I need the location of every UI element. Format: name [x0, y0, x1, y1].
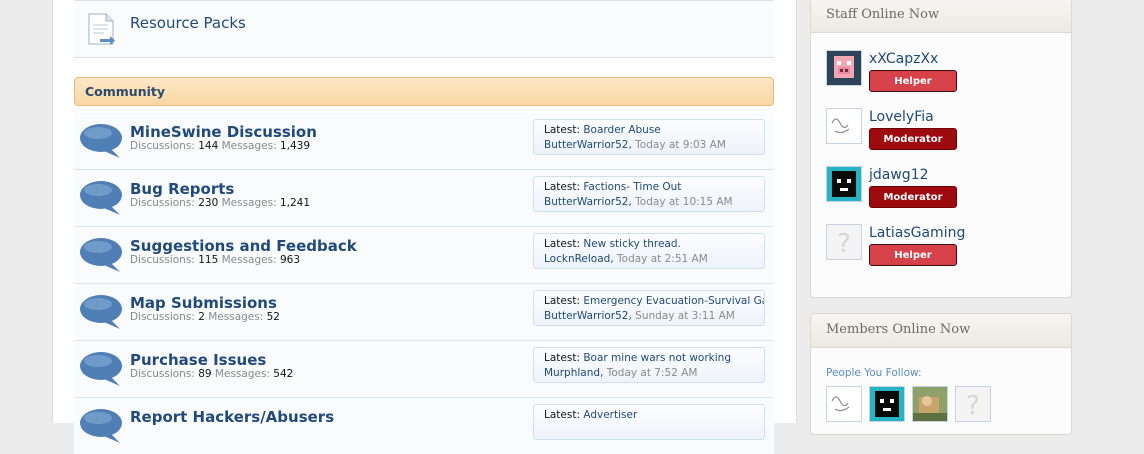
staff-name[interactable]: jdawg12	[869, 167, 929, 183]
latest-thread-link[interactable]: Advertiser	[583, 409, 637, 421]
node-stats: Discussions: 230 Messages: 1,241	[130, 197, 311, 209]
latest-thread-link[interactable]: Boar mine wars not working	[583, 352, 731, 364]
block-header: Staff Online Now	[811, 0, 1071, 33]
node-title[interactable]: Suggestions and Feedback	[130, 237, 357, 255]
people-you-follow-link[interactable]: People You Follow:	[826, 367, 922, 379]
node-purchase-issues[interactable]: Purchase Issues Discussions: 89 Messages…	[74, 341, 774, 398]
category-community[interactable]: Community	[74, 77, 774, 106]
latest-user-link[interactable]: Murphland	[544, 367, 600, 379]
latest-time: Today at 9:03 AM	[635, 139, 726, 151]
question-mark-icon: ?	[956, 387, 990, 421]
category-title[interactable]: Community	[85, 84, 165, 99]
latest-thread-link[interactable]: Factions- Time Out	[583, 181, 681, 193]
node-title[interactable]: MineSwine Discussion	[130, 123, 317, 141]
node-stats: Discussions: 89 Messages: 542	[130, 368, 294, 380]
followed-member-avatar[interactable]	[869, 386, 905, 422]
node-map-submissions[interactable]: Map Submissions Discussions: 2 Messages:…	[74, 284, 774, 341]
latest-thread-link[interactable]: Boarder Abuse	[583, 124, 660, 136]
rank-badge: Helper	[869, 70, 957, 92]
forum-list: Resource Packs Community MineSwine Discu…	[52, 0, 797, 454]
node-mineswine-discussion[interactable]: MineSwine Discussion Discussions: 144 Me…	[74, 113, 774, 170]
avatar[interactable]	[826, 166, 862, 202]
speech-bubble-icon	[80, 295, 122, 329]
avatar[interactable]	[826, 50, 862, 86]
speech-bubble-icon	[80, 124, 122, 158]
node-bug-reports[interactable]: Bug Reports Discussions: 230 Messages: 1…	[74, 170, 774, 227]
node-title[interactable]: Purchase Issues	[130, 351, 266, 369]
node-stats: Discussions: 144 Messages: 1,439	[130, 140, 311, 152]
avatar[interactable]: ?	[826, 224, 862, 260]
question-mark-icon: ?	[827, 225, 861, 259]
photo-avatar-icon	[913, 387, 947, 421]
block-title: Staff Online Now	[826, 7, 940, 22]
members-online-block: Members Online Now People You Follow: ?	[810, 313, 1072, 435]
black-face-avatar-icon	[827, 167, 861, 201]
latest-time: Today at 2:51 AM	[617, 253, 708, 265]
node-title-resource-packs[interactable]: Resource Packs	[130, 14, 246, 32]
latest-user-link[interactable]: ButterWarrior52	[544, 196, 628, 208]
svg-text:?: ?	[837, 229, 851, 259]
block-title: Members Online Now	[826, 322, 971, 337]
latest-post-box: Latest: New sticky thread. LocknReload, …	[533, 233, 765, 269]
node-title[interactable]: Bug Reports	[130, 180, 234, 198]
latest-time: Today at 7:52 AM	[606, 367, 698, 379]
rank-badge: Moderator	[869, 186, 957, 208]
avatar[interactable]	[826, 108, 862, 144]
latest-post-box: Latest: Boar mine wars not working Murph…	[533, 347, 765, 383]
node-resource-packs[interactable]: Resource Packs	[74, 0, 774, 58]
node-stats: Discussions: 2 Messages: 52	[130, 311, 280, 323]
latest-user-link[interactable]: ButterWarrior52	[544, 139, 628, 151]
signature-avatar-icon	[827, 109, 861, 143]
latest-post-box: Latest: Emergency Evacuation-Survival Ga…	[533, 290, 765, 326]
document-icon	[88, 13, 115, 45]
followed-member-avatar[interactable]: ?	[955, 386, 991, 422]
speech-bubble-icon	[80, 238, 122, 272]
latest-post-box: Latest: Factions- Time Out ButterWarrior…	[533, 176, 765, 212]
block-header: Members Online Now	[811, 314, 1071, 348]
node-suggestions-feedback[interactable]: Suggestions and Feedback Discussions: 11…	[74, 227, 774, 284]
staff-name[interactable]: LovelyFia	[869, 109, 934, 125]
rank-badge: Helper	[869, 244, 957, 266]
speech-bubble-icon	[80, 409, 122, 443]
node-title[interactable]: Report Hackers/Abusers	[130, 408, 334, 426]
black-face-avatar-icon	[870, 387, 904, 421]
speech-bubble-icon	[80, 352, 122, 386]
latest-post-box: Latest: Boarder Abuse ButterWarrior52, T…	[533, 119, 765, 155]
latest-time: Sunday at 3:11 AM	[635, 310, 735, 322]
node-stats: Discussions: 115 Messages: 963	[130, 254, 301, 266]
followed-member-avatar[interactable]	[826, 386, 862, 422]
latest-thread-link[interactable]: Emergency Evacuation-Survival Gam	[583, 295, 764, 307]
followed-member-avatar[interactable]	[912, 386, 948, 422]
signature-avatar-icon	[827, 387, 861, 421]
speech-bubble-icon	[80, 181, 122, 215]
staff-name[interactable]: xXCapzXx	[869, 51, 938, 67]
latest-user-link[interactable]: ButterWarrior52	[544, 310, 628, 322]
latest-user-link[interactable]: LocknReload	[544, 253, 610, 265]
svg-text:?: ?	[966, 391, 980, 421]
node-report-hackers[interactable]: Report Hackers/Abusers Latest: Advertise…	[74, 398, 774, 454]
latest-time: Today at 10:15 AM	[635, 196, 733, 208]
latest-post-box: Latest: Advertiser	[533, 404, 765, 440]
pig-avatar-icon	[827, 51, 861, 85]
rank-badge: Moderator	[869, 128, 957, 150]
node-title[interactable]: Map Submissions	[130, 294, 277, 312]
staff-online-block: Staff Online Now xXCapzXx Helper LovelyF…	[810, 0, 1072, 298]
latest-thread-link[interactable]: New sticky thread.	[583, 238, 681, 250]
staff-name[interactable]: LatiasGaming	[869, 225, 965, 241]
